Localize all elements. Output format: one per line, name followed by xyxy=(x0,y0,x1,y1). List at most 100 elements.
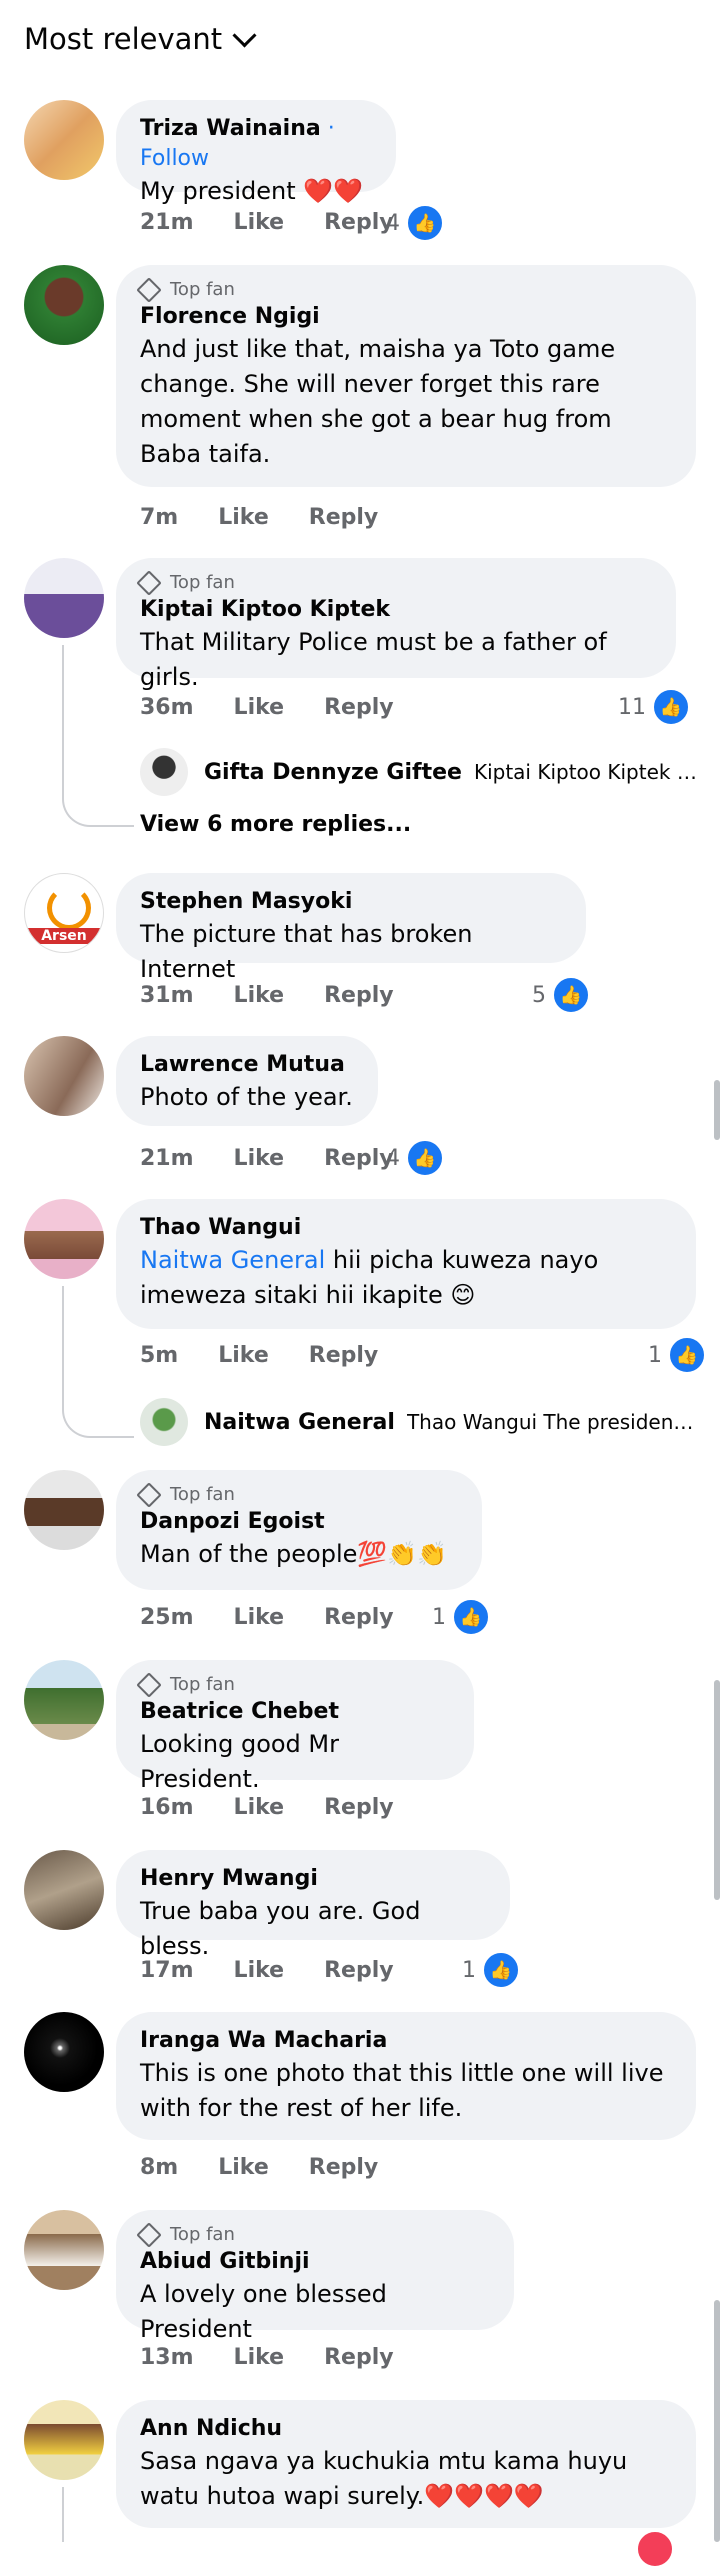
scrollbar-thumb[interactable] xyxy=(714,1680,720,1900)
sort-dropdown[interactable]: Most relevant xyxy=(24,22,257,56)
scrollbar-thumb[interactable] xyxy=(714,2300,720,2542)
comment-author[interactable]: Abiud Gitbinji xyxy=(140,2247,490,2277)
reply-button[interactable]: Reply xyxy=(309,2155,379,2180)
reaction-count[interactable]: 5 👍 xyxy=(532,976,590,1014)
comment-author[interactable]: Thao Wangui xyxy=(140,1213,672,1243)
view-more-replies[interactable]: View 6 more replies... xyxy=(140,812,411,837)
comment-time[interactable]: 8m xyxy=(140,2155,178,2180)
comment-author[interactable]: Florence Ngigi xyxy=(140,302,672,332)
avatar[interactable] xyxy=(24,2210,104,2290)
reply-button[interactable]: Reply xyxy=(309,505,379,530)
comment-author[interactable]: Henry Mwangi xyxy=(140,1864,486,1894)
reaction-count[interactable]: 11 👍 xyxy=(618,688,690,726)
reaction-count[interactable]: 4 👍 xyxy=(386,204,444,242)
comment-author[interactable]: Ann Ndichu xyxy=(140,2414,672,2444)
mention-link[interactable]: Naitwa General xyxy=(140,1246,325,1274)
avatar[interactable] xyxy=(24,1850,104,1930)
scrollbar-thumb[interactable] xyxy=(714,1080,720,1140)
comment-bubble: Triza Wainaina · Follow My president ❤️❤… xyxy=(116,100,396,205)
top-fan-badge: Top fan xyxy=(136,2221,490,2248)
comment-time[interactable]: 16m xyxy=(140,1795,194,1820)
comment-time[interactable]: 36m xyxy=(140,695,194,720)
reply-preview[interactable]: Naitwa General Thao Wangui The president… xyxy=(140,1398,700,1446)
like-button[interactable]: Like xyxy=(218,505,269,530)
comment-time[interactable]: 31m xyxy=(140,983,194,1008)
thread-line xyxy=(62,1286,64,1386)
avatar[interactable] xyxy=(24,558,104,638)
reply-button[interactable]: Reply xyxy=(324,210,394,235)
like-button[interactable]: Like xyxy=(234,1958,285,1983)
avatar[interactable] xyxy=(24,265,104,345)
comment-author[interactable]: Kiptai Kiptoo Kiptek xyxy=(140,595,652,625)
comment-actions: 36m Like Reply xyxy=(140,695,394,720)
diamond-icon xyxy=(136,569,162,596)
comment-text: And just like that, maisha ya Toto game … xyxy=(140,335,616,468)
avatar[interactable] xyxy=(24,1199,104,1279)
reply-author[interactable]: Gifta Dennyze Giftee xyxy=(204,760,462,785)
reaction-count[interactable]: 1 👍 xyxy=(648,1336,706,1374)
comment-time[interactable]: 21m xyxy=(140,210,194,235)
comment-author[interactable]: Stephen Masyoki xyxy=(140,887,562,917)
reaction-count[interactable]: 1 👍 xyxy=(432,1598,490,1636)
avatar[interactable] xyxy=(24,1660,104,1740)
reply-button[interactable]: Reply xyxy=(324,1795,394,1820)
like-button[interactable]: Like xyxy=(234,1146,285,1171)
reply-button[interactable]: Reply xyxy=(309,1343,379,1368)
comment-time[interactable]: 7m xyxy=(140,505,178,530)
thread-line xyxy=(62,2487,64,2542)
comment-time[interactable]: 5m xyxy=(140,1343,178,1368)
comment-bubble: Henry Mwangi True baba you are. God bles… xyxy=(116,1850,510,1960)
avatar[interactable] xyxy=(24,1470,104,1550)
comment-text: Man of the people💯👏👏 xyxy=(140,1540,448,1568)
comment-time[interactable]: 17m xyxy=(140,1958,194,1983)
comment-time[interactable]: 21m xyxy=(140,1146,194,1171)
thread-line xyxy=(62,645,64,775)
reaction-count[interactable]: 1 👍 xyxy=(462,1951,520,1989)
comment-bubble: Top fan Kiptai Kiptoo Kiptek That Milita… xyxy=(116,558,676,691)
reply-author[interactable]: Naitwa General xyxy=(204,1410,395,1435)
comment-time[interactable]: 25m xyxy=(140,1605,194,1630)
like-button[interactable]: Like xyxy=(234,210,285,235)
reply-button[interactable]: Reply xyxy=(324,1958,394,1983)
reply-button[interactable]: Reply xyxy=(324,1146,394,1171)
comment-author[interactable]: Beatrice Chebet xyxy=(140,1697,450,1727)
reply-button[interactable]: Reply xyxy=(324,983,394,1008)
like-button[interactable]: Like xyxy=(234,2345,285,2370)
reaction-number: 1 xyxy=(648,1342,662,1368)
avatar[interactable] xyxy=(140,748,188,796)
like-icon: 👍 xyxy=(668,1336,706,1374)
comment-text: A lovely one blessed President xyxy=(140,2280,387,2343)
comment-author[interactable]: Triza Wainaina xyxy=(140,116,321,141)
reaction-number: 11 xyxy=(618,694,646,720)
comment-time[interactable]: 13m xyxy=(140,2345,194,2370)
comment-bubble: Thao Wangui Naitwa General hii picha kuw… xyxy=(116,1199,696,1329)
like-icon: 👍 xyxy=(406,1139,444,1177)
like-button[interactable]: Like xyxy=(234,1795,285,1820)
avatar[interactable] xyxy=(24,100,104,180)
comment-bubble: Top fan Beatrice Chebet Looking good Mr … xyxy=(116,1660,474,1793)
avatar[interactable]: Arsen xyxy=(24,873,104,953)
avatar[interactable] xyxy=(24,1036,104,1116)
like-button[interactable]: Like xyxy=(234,695,285,720)
comment-author[interactable]: Lawrence Mutua xyxy=(140,1050,354,1080)
diamond-icon xyxy=(136,276,162,303)
reaction-number: 1 xyxy=(432,1604,446,1630)
like-button[interactable]: Like xyxy=(218,2155,269,2180)
reaction-count[interactable]: 4 👍 xyxy=(386,1139,444,1177)
diamond-icon xyxy=(136,2221,162,2248)
comment-author[interactable]: Iranga Wa Macharia xyxy=(140,2026,672,2056)
like-button[interactable]: Like xyxy=(234,1605,285,1630)
like-icon: 👍 xyxy=(552,976,590,1014)
reply-button[interactable]: Reply xyxy=(324,1605,394,1630)
reply-preview[interactable]: Gifta Dennyze Giftee Kiptai Kiptoo Kipte… xyxy=(140,748,700,796)
comment-bubble: Ann Ndichu Sasa ngava ya kuchukia mtu ka… xyxy=(116,2400,696,2528)
avatar[interactable] xyxy=(140,1398,188,1446)
comment-author[interactable]: Danpozi Egoist xyxy=(140,1507,458,1537)
reply-button[interactable]: Reply xyxy=(324,2345,394,2370)
reply-button[interactable]: Reply xyxy=(324,695,394,720)
avatar[interactable] xyxy=(24,2012,104,2092)
avatar[interactable] xyxy=(24,2400,104,2480)
like-button[interactable]: Like xyxy=(218,1343,269,1368)
comment-actions: 5m Like Reply xyxy=(140,1343,378,1368)
like-button[interactable]: Like xyxy=(234,983,285,1008)
